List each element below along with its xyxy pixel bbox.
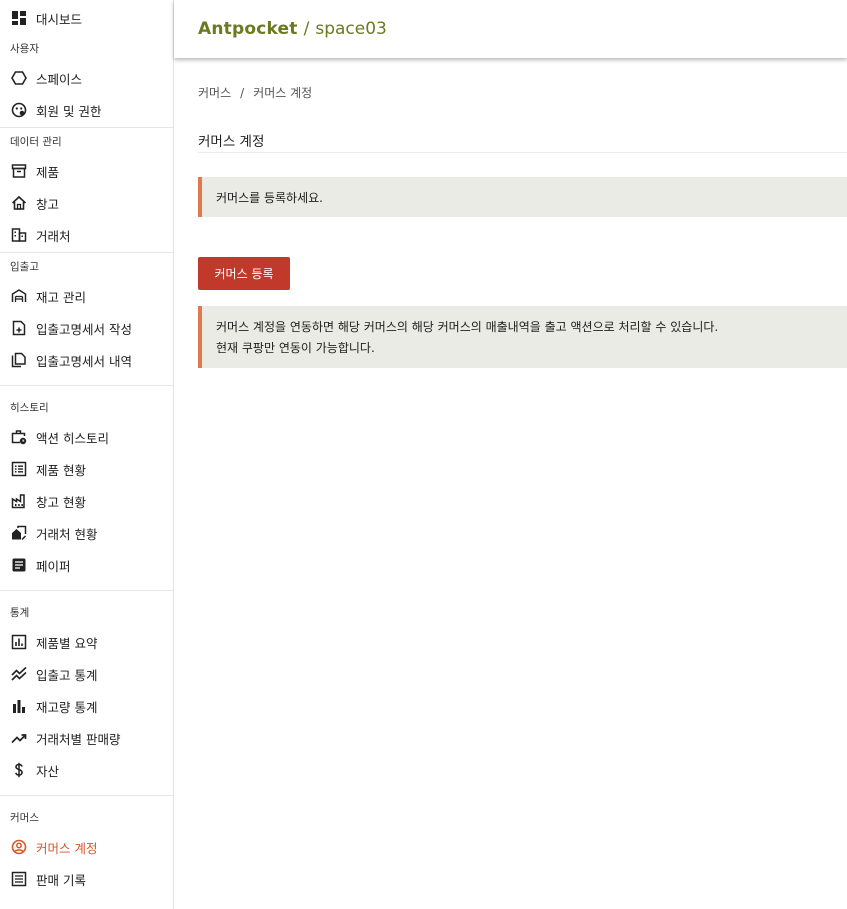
sidebar-item-sales-log[interactable]: 판매 기록 — [0, 863, 173, 895]
sidebar-item-paper[interactable]: 페이퍼 — [0, 549, 173, 581]
sidebar-item-partner-sales[interactable]: 거래처별 판매량 — [0, 722, 173, 754]
sidebar-item-label: 대시보드 — [36, 11, 83, 27]
dashboard-icon — [11, 10, 27, 26]
home-work-icon — [11, 525, 27, 541]
sidebar-item-label: 입출고명세서 작성 — [36, 321, 132, 337]
brand-logo[interactable]: Antpocket — [198, 19, 298, 39]
top-header: Antpocket / space03 — [174, 0, 847, 58]
title-divider — [198, 152, 847, 153]
bar-chart-icon — [11, 698, 27, 714]
garage-icon — [11, 288, 27, 304]
section-title-users: 사용자 — [10, 43, 39, 55]
breadcrumb-separator: / — [240, 86, 245, 100]
note-add-icon — [11, 320, 27, 336]
info-notice: 커머스 계정을 연동하면 해당 커머스의 해당 커머스의 매출내역을 출고 액션… — [198, 306, 847, 368]
work-history-icon — [11, 429, 27, 445]
list-alt-icon — [11, 461, 27, 477]
sidebar-item-doc-list[interactable]: 입출고명세서 내역 — [0, 344, 173, 376]
sidebar-item-spaces[interactable]: 스페이스 — [0, 62, 173, 94]
sidebar-item-label: 액션 히스토리 — [36, 430, 109, 446]
sidebar-item-label: 커머스 계정 — [36, 840, 98, 856]
home-icon — [11, 195, 27, 211]
breadcrumb-parent[interactable]: 커머스 — [198, 86, 231, 100]
divider — [0, 127, 173, 128]
hexagon-icon — [11, 70, 27, 86]
sidebar-item-label: 자산 — [36, 763, 60, 779]
divider — [0, 590, 173, 591]
sidebar-item-label: 입출고 통계 — [36, 667, 98, 683]
sidebar-item-warehouse-status[interactable]: 창고 현황 — [0, 485, 173, 517]
sidebar-item-product-summary[interactable]: 제품별 요약 — [0, 626, 173, 658]
sidebar-item-assets[interactable]: 자산 — [0, 754, 173, 786]
archive-icon — [11, 163, 27, 179]
sidebar-item-partner-status[interactable]: 거래처 현황 — [0, 517, 173, 549]
sidebar-item-label: 창고 — [36, 196, 60, 212]
register-notice: 커머스를 등록하세요. — [198, 177, 847, 217]
factory-icon — [11, 493, 27, 509]
divider — [0, 252, 173, 253]
account-circle-icon — [11, 839, 27, 855]
sidebar-item-stock[interactable]: 재고 관리 — [0, 280, 173, 312]
register-notice-text: 커머스를 등록하세요. — [216, 190, 323, 205]
sidebar-item-products[interactable]: 제품 — [0, 155, 173, 187]
sidebar-item-label: 회원 및 권한 — [36, 103, 102, 119]
file-copy-icon — [11, 352, 27, 368]
sidebar-item-label: 재고량 통계 — [36, 699, 98, 715]
sidebar-item-label: 페이퍼 — [36, 558, 71, 574]
divider — [0, 385, 173, 386]
breadcrumb-current: 커머스 계정 — [253, 86, 313, 100]
receipt-list-icon — [11, 871, 27, 887]
header-separator: / — [303, 19, 310, 39]
sidebar-item-product-status[interactable]: 제품 현황 — [0, 453, 173, 485]
register-commerce-button[interactable]: 커머스 등록 — [198, 257, 290, 290]
dollar-icon — [11, 762, 27, 778]
sidebar-item-stock-stats[interactable]: 재고량 통계 — [0, 690, 173, 722]
sidebar-item-label: 재고 관리 — [36, 289, 86, 305]
sidebar-item-doc-create[interactable]: 입출고명세서 작성 — [0, 312, 173, 344]
sidebar-item-label: 스페이스 — [36, 71, 83, 87]
space-name[interactable]: space03 — [315, 19, 387, 39]
trending-up-icon — [11, 730, 27, 746]
section-title-history: 히스토리 — [10, 402, 49, 414]
sidebar-item-warehouses[interactable]: 창고 — [0, 187, 173, 219]
article-icon — [11, 557, 27, 573]
building-icon — [11, 227, 27, 243]
divider — [0, 795, 173, 796]
sidebar-item-label: 제품별 요약 — [36, 635, 98, 651]
sidebar-item-inout-stats[interactable]: 입출고 통계 — [0, 658, 173, 690]
sidebar-item-dashboard[interactable]: 대시보드 — [0, 2, 173, 34]
sidebar-item-label: 판매 기록 — [36, 872, 86, 888]
sidebar-item-label: 거래처 현황 — [36, 526, 98, 542]
sidebar-item-label: 제품 — [36, 164, 60, 180]
sidebar-item-label: 거래처별 판매량 — [36, 731, 121, 747]
sidebar-item-members[interactable]: 회원 및 권한 — [0, 94, 173, 126]
sidebar-item-partners[interactable]: 거래처 — [0, 219, 173, 251]
face-settings-icon — [11, 102, 27, 118]
stacked-line-chart-icon — [11, 666, 27, 682]
breadcrumb: 커머스 / 커머스 계정 — [198, 84, 312, 101]
page-title: 커머스 계정 — [198, 134, 265, 150]
info-notice-line-2: 현재 쿠팡만 연동이 가능합니다. — [216, 341, 375, 355]
sidebar-item-action-history[interactable]: 액션 히스토리 — [0, 421, 173, 453]
sidebar-item-label: 거래처 — [36, 228, 71, 244]
sidebar-item-commerce-account[interactable]: 커머스 계정 — [0, 831, 173, 863]
info-notice-line-1: 커머스 계정을 연동하면 해당 커머스의 해당 커머스의 매출내역을 출고 액션… — [216, 320, 719, 334]
section-title-inout: 입출고 — [10, 261, 39, 273]
sidebar-item-label: 입출고명세서 내역 — [36, 353, 132, 369]
sidebar-item-label: 제품 현황 — [36, 462, 86, 478]
section-title-stats: 통계 — [10, 607, 30, 619]
section-title-data: 데이터 관리 — [10, 136, 62, 148]
sidebar-item-label: 창고 현황 — [36, 494, 86, 510]
section-title-commerce: 커머스 — [10, 812, 39, 824]
sidebar: 대시보드 사용자 스페이스 회원 및 권한 데이터 관리 제품 창고 거래처 입… — [0, 0, 174, 909]
analytics-icon — [11, 634, 27, 650]
